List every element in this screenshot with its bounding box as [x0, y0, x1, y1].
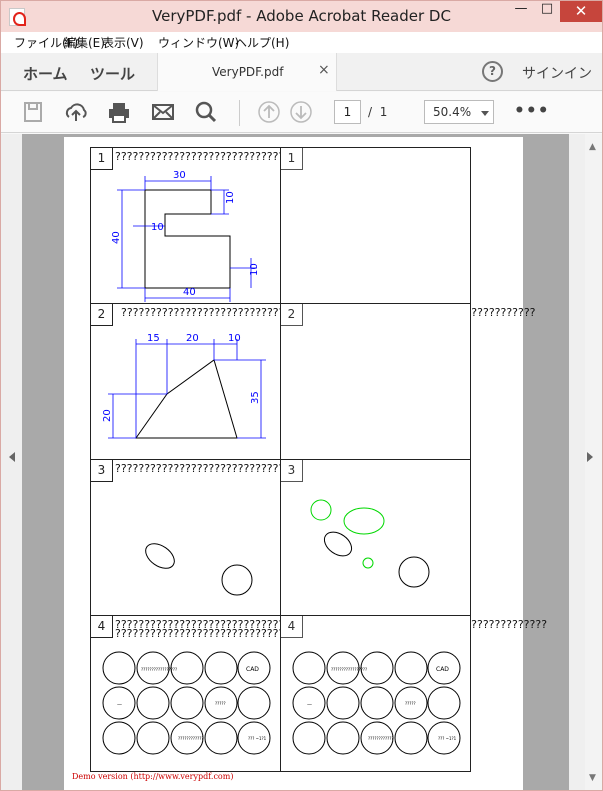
search-icon[interactable]	[193, 100, 219, 124]
dim-left-label: 40	[111, 231, 122, 244]
page-number-input[interactable]: 1	[334, 100, 361, 124]
label-short: ????????????	[368, 736, 393, 741]
cell-number: 1	[281, 148, 303, 170]
circle-grid-drawing: ????????????????? CAD — ????? ??????????…	[102, 651, 271, 755]
email-icon[interactable]	[150, 100, 176, 124]
label-right: ??? ~1?1	[248, 736, 267, 741]
sign-in-link[interactable]: サインイン	[522, 63, 592, 83]
dim-top-label: 30	[173, 170, 186, 181]
tab-home[interactable]: ホーム	[23, 63, 68, 84]
menu-help[interactable]: ヘルプ(H)	[235, 34, 289, 51]
zoom-value: 50.4%	[433, 105, 472, 119]
cell-1-left: 1 ??????????????????????????????????????…	[90, 147, 459, 304]
label-code: ?????	[215, 701, 226, 706]
document-tab-label: VeryPDF.pdf	[212, 65, 284, 79]
label-cad: CAD	[436, 666, 449, 673]
close-tab-icon[interactable]: ×	[318, 62, 330, 78]
zoom-select[interactable]: 50.4%	[424, 100, 494, 124]
demo-watermark: Demo version (http://www.verypdf.com)	[72, 772, 234, 781]
dim-c-label: 10	[228, 333, 241, 344]
menu-edit[interactable]: 編集(E)	[64, 34, 105, 51]
title-bar: VeryPDF.pdf - Adobe Acrobat Reader DC — …	[1, 1, 602, 32]
toolbar-divider	[239, 100, 240, 126]
print-icon[interactable]	[106, 100, 132, 124]
vertical-scrollbar[interactable]	[585, 134, 602, 790]
dim-right2-label: 10	[249, 263, 260, 276]
dim-left-label: 20	[102, 409, 113, 422]
menu-window[interactable]: ウィンドウ(W)	[158, 34, 239, 51]
menu-view[interactable]: 表示(V)	[102, 34, 144, 51]
tab-tools[interactable]: ツール	[90, 63, 135, 84]
maximize-button[interactable]: □	[534, 1, 560, 24]
expand-right-icon[interactable]	[587, 452, 593, 462]
cell-3-left: 3 ??????????????????????????????????????…	[90, 459, 436, 616]
page-separator: /	[368, 105, 373, 119]
left-pane-toggle[interactable]	[1, 134, 22, 790]
expand-left-icon	[9, 452, 15, 462]
dim-a-label: 15	[147, 333, 160, 344]
right-pane-toggle[interactable]	[569, 134, 585, 790]
chevron-down-icon	[481, 111, 489, 116]
pdf-page: 1 ??????????????????????????????????????…	[64, 137, 547, 790]
document-viewer: ▲ ▼ 1 ??????????????????????????????????…	[1, 134, 602, 790]
cell-number: 2	[281, 304, 303, 326]
cell-1-right: 1	[280, 147, 471, 304]
shapes-highlight-drawing	[310, 499, 430, 588]
menu-bar: ファイル(F) 編集(E) 表示(V) ウィンドウ(W) ヘルプ(H)	[1, 32, 602, 53]
drawing-sheet: 1 ??????????????????????????????????????…	[90, 147, 547, 774]
cell-4-right: 4 ????????????????? CAD — ????? ????????…	[280, 615, 471, 772]
cell-2-left: 2 ??????????????????????????????????????…	[90, 303, 536, 460]
label-long: ?????????????????	[331, 667, 367, 672]
close-window-button[interactable]: ✕	[560, 1, 602, 22]
more-options-icon[interactable]: •••	[514, 101, 550, 121]
label-dash: —	[307, 702, 312, 708]
toolbar: 1 / 1 50.4% •••	[1, 92, 602, 133]
help-icon[interactable]: ?	[482, 61, 503, 82]
label-long: ?????????????????	[141, 667, 177, 672]
previous-page-icon[interactable]	[256, 100, 282, 124]
label-cad: CAD	[246, 666, 259, 673]
scroll-down-icon[interactable]: ▼	[589, 773, 596, 783]
trapezoid-drawing: 15 20 10 20 35	[102, 333, 266, 439]
circle-grid-drawing: ????????????????? CAD — ????? ??????????…	[292, 651, 461, 755]
shapes-drawing	[145, 543, 253, 596]
label-dash: —	[117, 702, 122, 708]
tab-bar: ホーム ツール VeryPDF.pdf × ? サインイン	[1, 53, 602, 91]
dim-right-label: 35	[250, 391, 261, 404]
dim-mid-label: 10	[151, 222, 164, 233]
label-right: ??? ~1?1	[438, 736, 457, 741]
minimize-button[interactable]: —	[508, 1, 534, 24]
scroll-up-icon[interactable]: ▲	[589, 142, 596, 152]
label-code: ?????	[405, 701, 416, 706]
dim-bottom-label: 40	[183, 287, 196, 298]
cell-3-right: 3	[280, 459, 471, 616]
page-total: / 1	[368, 105, 387, 119]
tab-document[interactable]: VeryPDF.pdf ×	[157, 53, 337, 91]
cell-2-right: 2	[280, 303, 471, 460]
dimensioned-shape-drawing: 30 10 10 40 10 40	[111, 170, 260, 302]
dim-right-label: 10	[225, 191, 236, 204]
label-short: ????????????	[178, 736, 203, 741]
upload-cloud-icon[interactable]	[63, 100, 89, 124]
next-page-icon[interactable]	[288, 100, 314, 124]
acrobat-window: VeryPDF.pdf - Adobe Acrobat Reader DC — …	[0, 0, 603, 791]
dim-b-label: 20	[186, 333, 199, 344]
save-icon[interactable]	[20, 100, 46, 124]
page-count: 1	[379, 105, 388, 119]
cell-4-left: 4 ??????????????????????????????????????…	[90, 615, 547, 772]
